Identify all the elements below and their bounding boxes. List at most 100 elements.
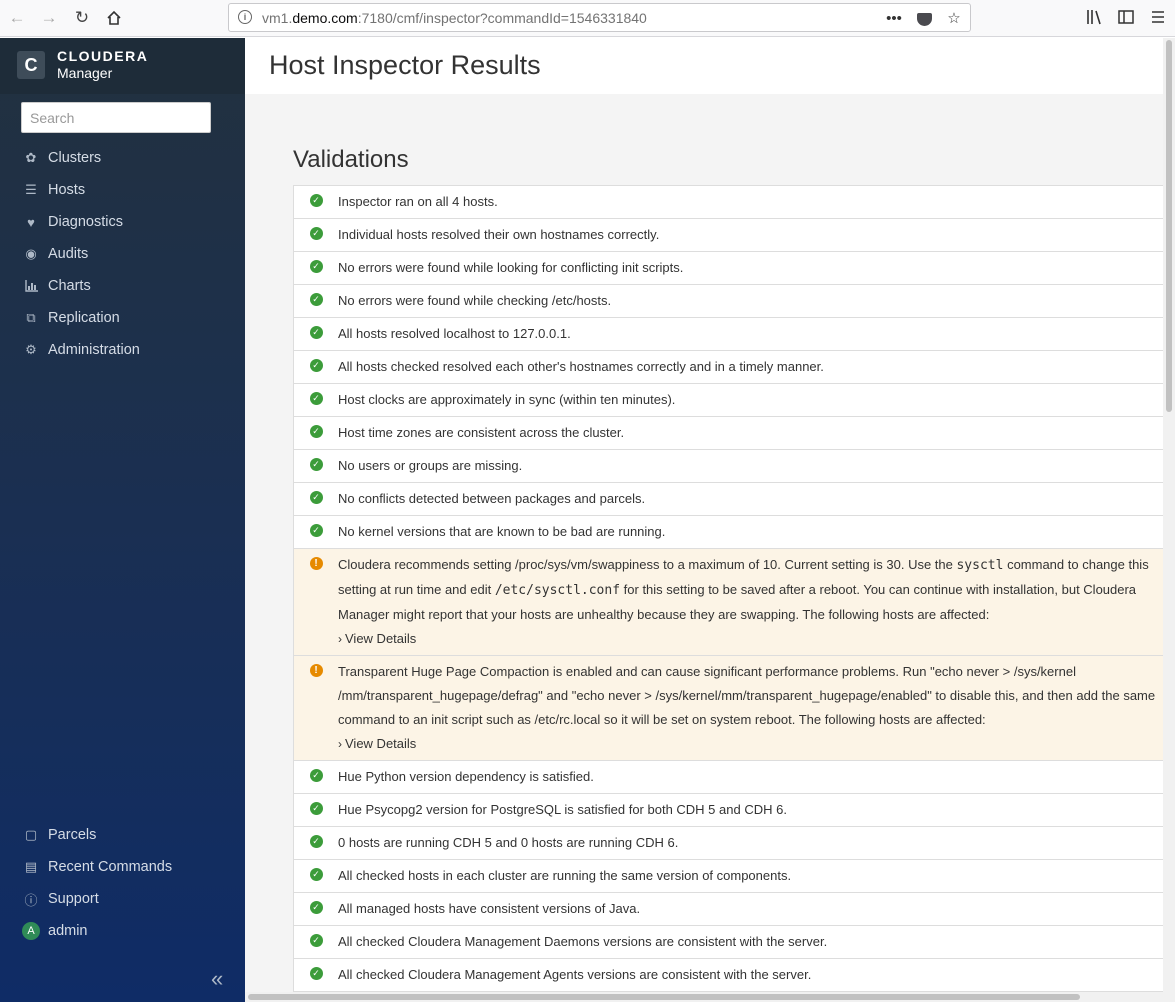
nav-item-support[interactable]: ⓘ Support [0, 885, 245, 913]
url-bar[interactable]: i vm1.demo.com:7180/cmf/inspector?comman… [228, 3, 971, 32]
nav-item-charts[interactable]: Charts [0, 272, 245, 300]
parcel-icon: ▢ [24, 827, 38, 842]
validation-row: ✓ Inspector ran on all 4 hosts. [294, 186, 1163, 219]
validation-text: No users or groups are missing. [338, 458, 523, 473]
nav-label: Administration [48, 342, 140, 358]
success-check-icon: ✓ [309, 802, 323, 815]
horizontal-scroll-thumb[interactable] [248, 994, 1080, 1000]
view-details-link[interactable]: › View Details [338, 732, 1160, 756]
validation-text: 0 hosts are running CDH 5 and 0 hosts ar… [338, 835, 679, 850]
validation-row: ✓ 0 hosts are running CDH 5 and 0 hosts a… [294, 827, 1163, 860]
nav-item-diagnostics[interactable]: ♥ Diagnostics [0, 208, 245, 236]
back-arrow-icon[interactable]: ← [6, 7, 28, 29]
success-check-icon: ✓ [309, 491, 323, 504]
view-details-label: View Details [345, 736, 417, 751]
success-check-icon: ✓ [309, 458, 323, 471]
validation-text: Hue Psycopg2 version for PostgreSQL is s… [338, 802, 787, 817]
binoculars-icon: ◉ [25, 246, 37, 261]
page-actions-icon[interactable]: ••• [884, 8, 904, 28]
success-check-icon: ✓ [309, 392, 323, 405]
vertical-scroll-thumb[interactable] [1166, 40, 1172, 412]
nav-label: Diagnostics [48, 214, 123, 230]
search-input[interactable] [21, 102, 211, 133]
validation-row: ✓ All managed hosts have consistent versi… [294, 893, 1163, 926]
cloudera-logo-icon: C [17, 51, 45, 79]
pocket-icon[interactable] [914, 8, 934, 28]
validation-text: All checked hosts in each cluster are ru… [338, 868, 792, 883]
success-check-icon: ✓ [309, 967, 323, 980]
validation-text: All hosts resolved localhost to 127.0.0.… [338, 326, 571, 341]
collapse-sidebar-icon[interactable]: « [211, 966, 223, 992]
bookmark-star-icon[interactable]: ☆ [944, 8, 964, 28]
validation-row: ✓ All checked Cloudera Management Daemons… [294, 926, 1163, 959]
sidebar: C CLOUDERA Manager ✿ Clusters ☰ Hosts ♥ Dia… [0, 38, 245, 1002]
success-check-icon: ✓ [309, 868, 323, 881]
forward-arrow-icon[interactable]: → [38, 7, 60, 29]
view-details-label: View Details [345, 631, 417, 646]
nav-item-clusters[interactable]: ✿ Clusters [0, 144, 245, 172]
horizontal-scrollbar[interactable] [245, 992, 1175, 1002]
section-title: Validations [293, 146, 409, 173]
validation-text: No conflicts detected between packages a… [338, 491, 646, 506]
validation-text: No errors were found while looking for c… [338, 260, 684, 275]
success-check-icon: ✓ [309, 227, 323, 240]
nav-item-audits[interactable]: ◉ Audits [0, 240, 245, 268]
nav-item-hosts[interactable]: ☰ Hosts [0, 176, 245, 204]
success-check-icon: ✓ [309, 934, 323, 947]
main-panel: Host Inspector Results Validations ✓ Insp… [245, 38, 1163, 992]
url-text[interactable]: vm1.demo.com:7180/cmf/inspector?commandI… [262, 10, 647, 26]
validation-row: ✓ Host clocks are approximately in sync (… [294, 384, 1163, 417]
success-check-icon: ✓ [309, 293, 323, 306]
bar-chart-icon [24, 279, 38, 293]
library-icon[interactable] [1085, 8, 1103, 26]
menu-icon[interactable] [1149, 8, 1167, 26]
nav-item-parcels[interactable]: ▢ Parcels [0, 821, 245, 849]
success-check-icon: ✓ [309, 326, 323, 339]
nav-item-admin-user[interactable]: Aadmin [0, 917, 245, 945]
product-name: Manager [57, 65, 113, 81]
nav-label: Recent Commands [48, 859, 173, 875]
vertical-scrollbar[interactable] [1163, 38, 1175, 992]
sidebar-toggle-icon[interactable] [1117, 8, 1135, 26]
success-check-icon: ✓ [309, 260, 323, 273]
nav-item-administration[interactable]: ⚙ Administration [0, 336, 245, 364]
hosts-icon: ☰ [25, 182, 37, 197]
success-check-icon: ✓ [309, 835, 323, 848]
warning-text-part: Cloudera recommends setting /proc/sys/vm… [338, 557, 957, 572]
question-icon: ⓘ [24, 892, 38, 908]
nav-item-replication[interactable]: ⧉ Replication [0, 304, 245, 332]
validation-text: Individual hosts resolved their own host… [338, 227, 660, 242]
nav-label: Charts [48, 278, 91, 294]
validation-text: Hue Python version dependency is satisfi… [338, 769, 594, 784]
validation-row: ✓ All checked Cloudera Management Agents … [294, 959, 1163, 992]
validation-text: Host time zones are consistent across th… [338, 425, 625, 440]
validation-row: ✓ Hue Psycopg2 version for PostgreSQL is … [294, 794, 1163, 827]
reload-icon[interactable]: ↻ [71, 7, 93, 29]
nav-item-recent-commands[interactable]: ▤ Recent Commands [0, 853, 245, 881]
warning-text-part: Transparent Huge Page Compaction is enab… [338, 664, 1156, 727]
validation-row: ✓ Hue Python version dependency is satisf… [294, 761, 1163, 794]
chevron-right-icon: › [338, 737, 342, 751]
view-details-link[interactable]: › View Details [338, 627, 1163, 651]
success-check-icon: ✓ [309, 524, 323, 537]
validation-text: All hosts checked resolved each other's … [338, 359, 824, 374]
replication-icon: ⧉ [26, 310, 36, 325]
home-icon[interactable] [103, 7, 125, 29]
success-check-icon: ✓ [309, 901, 323, 914]
nav-label: Support [48, 891, 99, 907]
validation-row: ✓ Individual hosts resolved their own hos… [294, 219, 1163, 252]
success-check-icon: ✓ [309, 194, 323, 207]
site-info-icon[interactable]: i [238, 10, 252, 24]
validation-text: No kernel versions that are known to be … [338, 524, 666, 539]
browser-toolbar: ← → ↻ i vm1.demo.com:7180/cmf/inspector?… [0, 0, 1175, 37]
success-check-icon: ✓ [309, 425, 323, 438]
logo[interactable]: C CLOUDERA Manager [0, 38, 245, 94]
warning-icon: ! [309, 664, 323, 677]
validation-text: Inspector ran on all 4 hosts. [338, 194, 498, 209]
validation-text: All checked Cloudera Management Agents v… [338, 967, 812, 982]
nav-label: Clusters [48, 150, 102, 166]
page-header: Host Inspector Results [245, 38, 1163, 94]
commands-icon: ▤ [24, 859, 38, 874]
nav-label: Audits [48, 246, 89, 262]
nav-label: Hosts [48, 182, 86, 198]
